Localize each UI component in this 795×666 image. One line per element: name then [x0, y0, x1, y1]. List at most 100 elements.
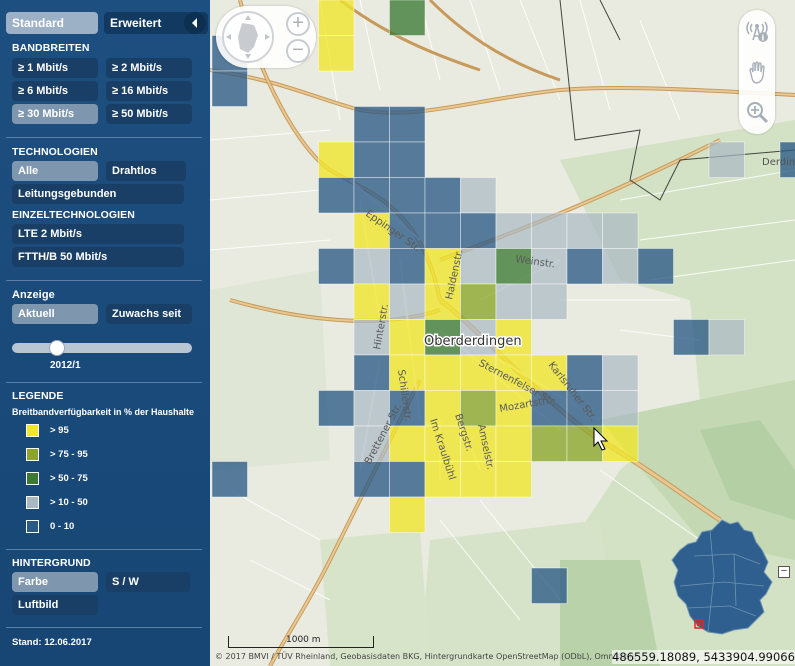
overview-collapse-button[interactable]: −: [778, 566, 790, 578]
coverage-cell[interactable]: [460, 177, 497, 214]
coverage-cell[interactable]: [602, 354, 639, 391]
scale-bar: 1000 m: [228, 635, 374, 650]
coverage-cell[interactable]: [318, 177, 355, 214]
coverage-cell[interactable]: [353, 106, 390, 143]
divider: [6, 627, 202, 628]
background-sw[interactable]: S / W: [106, 572, 190, 592]
coverage-cell[interactable]: [637, 248, 674, 285]
coverage-cell[interactable]: [353, 177, 390, 214]
coverage-cell[interactable]: [318, 141, 355, 178]
coverage-cell[interactable]: [566, 212, 603, 249]
bandwidth-6[interactable]: ≥ 6 Mbit/s: [12, 81, 98, 101]
display-aktuell[interactable]: Aktuell: [12, 304, 98, 324]
coverage-cell[interactable]: [389, 0, 426, 36]
legend-swatch: [26, 472, 39, 485]
coverage-cell[interactable]: [424, 354, 461, 391]
technology-lte[interactable]: LTE 2 Mbit/s: [12, 224, 184, 244]
coverage-cell[interactable]: [424, 212, 461, 249]
pan-hand-icon[interactable]: [743, 58, 771, 86]
hintergrund-heading: HINTERGRUND: [12, 557, 91, 569]
coverage-cell[interactable]: [353, 141, 390, 178]
info-icon[interactable]: i: [743, 16, 771, 44]
place-label: Derdin: [762, 157, 795, 168]
technology-leitungsgebunden[interactable]: Leitungsgebunden: [12, 184, 184, 204]
divider: [6, 137, 202, 138]
bandwidth-2[interactable]: ≥ 2 Mbit/s: [106, 58, 192, 78]
coverage-cell[interactable]: [318, 248, 355, 285]
coverage-cell[interactable]: [460, 283, 497, 320]
overview-map[interactable]: [664, 516, 784, 646]
coverage-cell[interactable]: [602, 212, 639, 249]
coverage-cell[interactable]: [460, 212, 497, 249]
coverage-cell[interactable]: [318, 0, 355, 36]
display-zuwachs[interactable]: Zuwachs seit: [106, 304, 192, 324]
background-farbe[interactable]: Farbe: [12, 572, 98, 592]
town-label: Oberderdingen: [424, 334, 522, 349]
coverage-cell[interactable]: [389, 283, 426, 320]
coverage-cell[interactable]: [211, 461, 248, 498]
stand-date: Stand: 12.06.2017: [12, 637, 92, 648]
coverage-cell[interactable]: [460, 248, 497, 285]
technology-alle[interactable]: Alle: [12, 161, 98, 181]
coverage-cell[interactable]: [673, 319, 710, 356]
collapse-panel-icon[interactable]: [184, 12, 206, 34]
coverage-cell[interactable]: [389, 496, 426, 533]
coverage-cell[interactable]: [495, 212, 532, 249]
background-luftbild[interactable]: Luftbild: [12, 595, 98, 615]
coverage-cell[interactable]: [389, 177, 426, 214]
bandbreiten-heading: BANDBREITEN: [12, 42, 90, 54]
compass-icon[interactable]: [222, 11, 274, 63]
coverage-cell[interactable]: [602, 390, 639, 427]
coverage-cell[interactable]: [389, 106, 426, 143]
zoom-in-button[interactable]: +: [286, 12, 310, 36]
legend-label: > 10 - 50: [50, 497, 88, 508]
bandwidth-30[interactable]: ≥ 30 Mbit/s: [12, 104, 98, 124]
bandwidth-1[interactable]: ≥ 1 Mbit/s: [12, 58, 98, 78]
tool-panel: i: [739, 10, 775, 134]
coverage-cell[interactable]: [353, 248, 390, 285]
legend-swatch: [26, 424, 39, 437]
coverage-cell[interactable]: [353, 354, 390, 391]
coverage-cell[interactable]: [389, 461, 426, 498]
coverage-cell[interactable]: [531, 283, 568, 320]
legend-label: 0 - 10: [50, 521, 75, 532]
zoom-box-icon[interactable]: [743, 98, 771, 126]
tab-standard[interactable]: Standard: [6, 12, 98, 34]
tab-bar: Standard Erweitert: [4, 12, 208, 34]
technology-ftth[interactable]: FTTH/B 50 Mbit/s: [12, 247, 184, 267]
coverage-cell[interactable]: [531, 212, 568, 249]
slider-knob[interactable]: [49, 340, 65, 356]
technologien-heading: TECHNOLOGIEN: [12, 146, 98, 158]
coverage-cell[interactable]: [495, 461, 532, 498]
coverage-cell[interactable]: [602, 425, 639, 462]
svg-text:i: i: [762, 34, 765, 43]
divider: [6, 549, 202, 550]
control-panel: Standard Erweitert BANDBREITEN ≥ 1 Mbit/…: [0, 0, 210, 666]
coverage-cell[interactable]: [602, 248, 639, 285]
coverage-cell[interactable]: [566, 248, 603, 285]
coverage-cell[interactable]: [318, 35, 355, 72]
zoom-out-button[interactable]: −: [286, 39, 310, 63]
divider: [6, 382, 202, 383]
bandwidth-50[interactable]: ≥ 50 Mbit/s: [106, 104, 192, 124]
coverage-cell[interactable]: [389, 141, 426, 178]
coverage-cell[interactable]: [318, 390, 355, 427]
legende-heading: LEGENDE: [12, 390, 64, 402]
coverage-cell[interactable]: [495, 283, 532, 320]
coverage-cell[interactable]: [495, 425, 532, 462]
coverage-cell[interactable]: [389, 319, 426, 356]
legend-label: > 50 - 75: [50, 473, 88, 484]
coverage-cell[interactable]: [389, 425, 426, 462]
coverage-cell[interactable]: [531, 425, 568, 462]
technology-drahtlos[interactable]: Drahtlos: [106, 161, 186, 181]
bandwidth-16[interactable]: ≥ 16 Mbit/s: [106, 81, 192, 101]
einzeltechnologien-heading: EINZELTECHNOLOGIEN: [12, 209, 135, 221]
year-slider[interactable]: [12, 340, 192, 356]
coverage-cell[interactable]: [389, 248, 426, 285]
coverage-cell[interactable]: [708, 141, 745, 178]
coverage-cell[interactable]: [424, 177, 461, 214]
coverage-cell[interactable]: [708, 319, 745, 356]
coverage-cell[interactable]: [211, 70, 248, 107]
legend-label: > 75 - 95: [50, 449, 88, 460]
coverage-cell[interactable]: [531, 567, 568, 604]
